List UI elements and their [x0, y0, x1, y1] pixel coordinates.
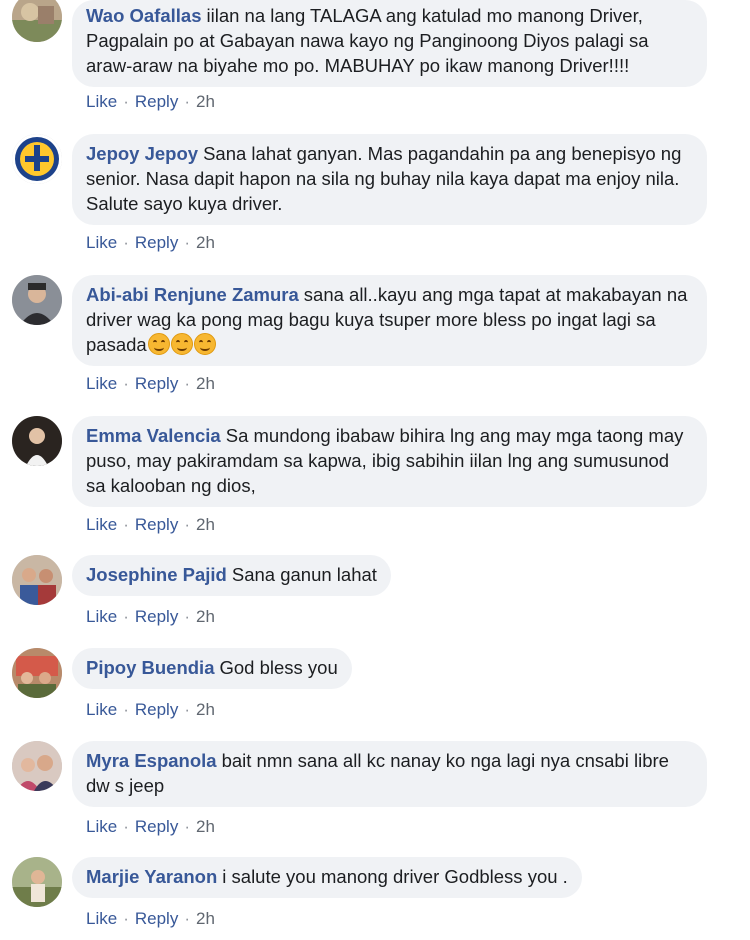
like-link[interactable]: Like — [86, 233, 117, 252]
comment-bubble: Wao Oafallas iilan na lang TALAGA ang kat… — [72, 0, 707, 87]
separator-dot: · — [184, 607, 190, 626]
avatar[interactable] — [12, 0, 62, 42]
avatar[interactable] — [12, 857, 62, 907]
timestamp[interactable]: 2h — [196, 909, 215, 928]
comment-author[interactable]: Marjie Yaranon — [86, 866, 217, 887]
like-link[interactable]: Like — [86, 817, 117, 836]
comment-author[interactable]: Abi-abi Renjune Zamura — [86, 284, 299, 305]
separator-dot: · — [123, 233, 129, 252]
like-link[interactable]: Like — [86, 607, 117, 626]
timestamp[interactable]: 2h — [196, 817, 215, 836]
comment-actions: Like · Reply · 2h — [86, 909, 215, 929]
separator-dot: · — [184, 374, 190, 393]
avatar[interactable] — [12, 555, 62, 605]
comment-author[interactable]: Josephine Pajid — [86, 564, 227, 585]
comment-author[interactable]: Emma Valencia — [86, 425, 221, 446]
comment-bubble: Josephine Pajid Sana ganun lahat — [72, 555, 391, 596]
separator-dot: · — [184, 909, 190, 928]
like-link[interactable]: Like — [86, 374, 117, 393]
reply-link[interactable]: Reply — [135, 817, 178, 836]
separator-dot: · — [123, 607, 129, 626]
timestamp[interactable]: 2h — [196, 233, 215, 252]
separator-dot: · — [184, 515, 190, 534]
separator-dot: · — [123, 909, 129, 928]
comment-bubble: Jepoy Jepoy Sana lahat ganyan. Mas pagand… — [72, 134, 707, 225]
comment-author[interactable]: Wao Oafallas — [86, 5, 202, 26]
comment-bubble: Emma Valencia Sa mundong ibabaw bihira ln… — [72, 416, 707, 507]
comment-actions: Like · Reply · 2h — [86, 515, 215, 535]
separator-dot: · — [123, 92, 129, 111]
like-link[interactable]: Like — [86, 700, 117, 719]
separator-dot: · — [123, 515, 129, 534]
comment-actions: Like · Reply · 2h — [86, 92, 215, 112]
reply-link[interactable]: Reply — [135, 515, 178, 534]
smiling-face-emoji — [147, 333, 216, 355]
reply-link[interactable]: Reply — [135, 374, 178, 393]
reply-link[interactable]: Reply — [135, 700, 178, 719]
timestamp[interactable]: 2h — [196, 92, 215, 111]
comment-text: Sana ganun lahat — [231, 564, 377, 585]
separator-dot: · — [184, 92, 190, 111]
comment-bubble: Pipoy Buendia God bless you — [72, 648, 352, 689]
like-link[interactable]: Like — [86, 515, 117, 534]
reply-link[interactable]: Reply — [135, 607, 178, 626]
avatar[interactable] — [12, 741, 62, 791]
comment-bubble: Abi-abi Renjune Zamura sana all..kayu ang… — [72, 275, 707, 366]
separator-dot: · — [184, 233, 190, 252]
reply-link[interactable]: Reply — [135, 233, 178, 252]
comment-bubble: Marjie Yaranon i salute you manong driver… — [72, 857, 582, 898]
timestamp[interactable]: 2h — [196, 515, 215, 534]
separator-dot: · — [123, 374, 129, 393]
avatar[interactable] — [12, 134, 62, 184]
separator-dot: · — [184, 817, 190, 836]
comment-author[interactable]: Pipoy Buendia — [86, 657, 215, 678]
like-link[interactable]: Like — [86, 92, 117, 111]
timestamp[interactable]: 2h — [196, 700, 215, 719]
comment-author[interactable]: Jepoy Jepoy — [86, 143, 198, 164]
like-link[interactable]: Like — [86, 909, 117, 928]
avatar[interactable] — [12, 416, 62, 466]
separator-dot: · — [123, 700, 129, 719]
comment-text: i salute you manong driver Godbless you … — [222, 866, 568, 887]
reply-link[interactable]: Reply — [135, 909, 178, 928]
comment-actions: Like · Reply · 2h — [86, 700, 215, 720]
avatar[interactable] — [12, 275, 62, 325]
reply-link[interactable]: Reply — [135, 92, 178, 111]
comment-text: God bless you — [219, 657, 338, 678]
separator-dot: · — [184, 700, 190, 719]
comment-actions: Like · Reply · 2h — [86, 817, 215, 837]
separator-dot: · — [123, 817, 129, 836]
comment-actions: Like · Reply · 2h — [86, 233, 215, 253]
avatar[interactable] — [12, 648, 62, 698]
comment-actions: Like · Reply · 2h — [86, 607, 215, 627]
comment-bubble: Myra Espanola bait nmn sana all kc nanay … — [72, 741, 707, 807]
timestamp[interactable]: 2h — [196, 374, 215, 393]
comment-author[interactable]: Myra Espanola — [86, 750, 217, 771]
comment-actions: Like · Reply · 2h — [86, 374, 215, 394]
timestamp[interactable]: 2h — [196, 607, 215, 626]
